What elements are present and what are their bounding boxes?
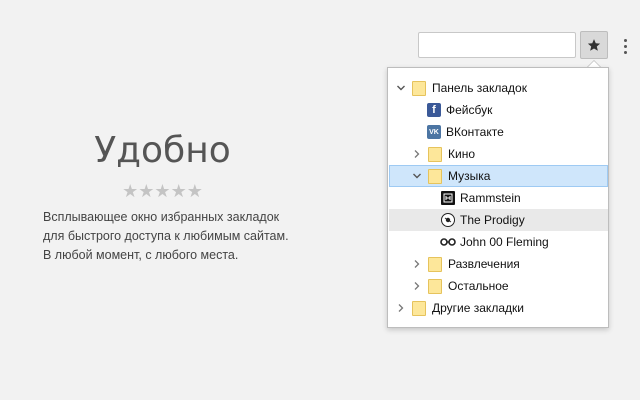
bookmark-fleming[interactable]: John 00 Fleming: [389, 231, 608, 253]
folder-icon: [428, 278, 442, 294]
folder-label: Остальное: [448, 279, 509, 293]
promo-line: В любой момент, с любого места.: [43, 248, 239, 262]
menu-dot: [623, 50, 627, 54]
folder-label: Развлечения: [448, 257, 520, 271]
folder-music[interactable]: Музыка: [389, 165, 608, 187]
bookmark-label: ВКонтакте: [446, 125, 504, 139]
bookmarks-popup: Панель закладок f Фейсбук VK ВКонтакте К…: [387, 67, 609, 328]
bookmark-label: Фейсбук: [446, 103, 493, 117]
promo-line: Всплывающее окно избранных закладок: [43, 210, 280, 224]
vertical-dots-icon: [623, 38, 627, 42]
folder-label: Музыка: [448, 169, 491, 183]
bookmark-label: The Prodigy: [460, 213, 525, 227]
chevron-right-icon[interactable]: [396, 303, 406, 313]
chevron-right-icon[interactable]: [412, 149, 422, 159]
folder-other-bookmarks[interactable]: Другие закладки: [389, 297, 608, 319]
address-bar[interactable]: [418, 32, 576, 58]
folder-kino[interactable]: Кино: [389, 143, 608, 165]
browser-menu-button[interactable]: [618, 34, 632, 58]
bookmark-vk[interactable]: VK ВКонтакте: [389, 121, 608, 143]
promo-description: Всплывающее окно избранных закладок для …: [43, 208, 333, 265]
prodigy-icon: [441, 213, 455, 227]
promo-line: для быстрого доступа к любимым сайтам.: [43, 229, 289, 243]
chevron-right-icon[interactable]: [412, 259, 422, 269]
vk-icon: VK: [427, 125, 441, 139]
bookmark-rammstein[interactable]: Rammstein: [389, 187, 608, 209]
browser-toolbar: [0, 26, 640, 64]
rammstein-icon: [441, 191, 455, 205]
folder-other[interactable]: Остальное: [389, 275, 608, 297]
folder-entertainment[interactable]: Развлечения: [389, 253, 608, 275]
folder-bookmarks-bar[interactable]: Панель закладок: [389, 77, 608, 99]
chevron-right-icon[interactable]: [412, 281, 422, 291]
folder-icon: [412, 80, 426, 96]
folder-icon: [428, 256, 442, 272]
rating-stars: ★★★★★: [122, 181, 203, 201]
bookmark-label: John 00 Fleming: [460, 235, 549, 249]
folder-label: Другие закладки: [432, 301, 524, 315]
folder-label: Панель закладок: [432, 81, 527, 95]
bookmark-facebook[interactable]: f Фейсбук: [389, 99, 608, 121]
glasses-icon: [439, 235, 457, 249]
chevron-down-icon[interactable]: [412, 171, 422, 181]
folder-icon: [412, 300, 426, 316]
star-icon: [587, 39, 601, 51]
bookmark-prodigy[interactable]: The Prodigy: [389, 209, 608, 231]
menu-dot: [623, 44, 627, 48]
bookmark-star-button[interactable]: [580, 31, 608, 59]
folder-icon: [428, 168, 442, 184]
chevron-down-icon[interactable]: [396, 83, 406, 93]
bookmark-tree: Панель закладок f Фейсбук VK ВКонтакте К…: [389, 77, 608, 319]
promo-title: Удобно: [94, 130, 231, 171]
bookmark-label: Rammstein: [460, 191, 521, 205]
folder-label: Кино: [448, 147, 475, 161]
facebook-icon: f: [427, 103, 441, 117]
folder-icon: [428, 146, 442, 162]
